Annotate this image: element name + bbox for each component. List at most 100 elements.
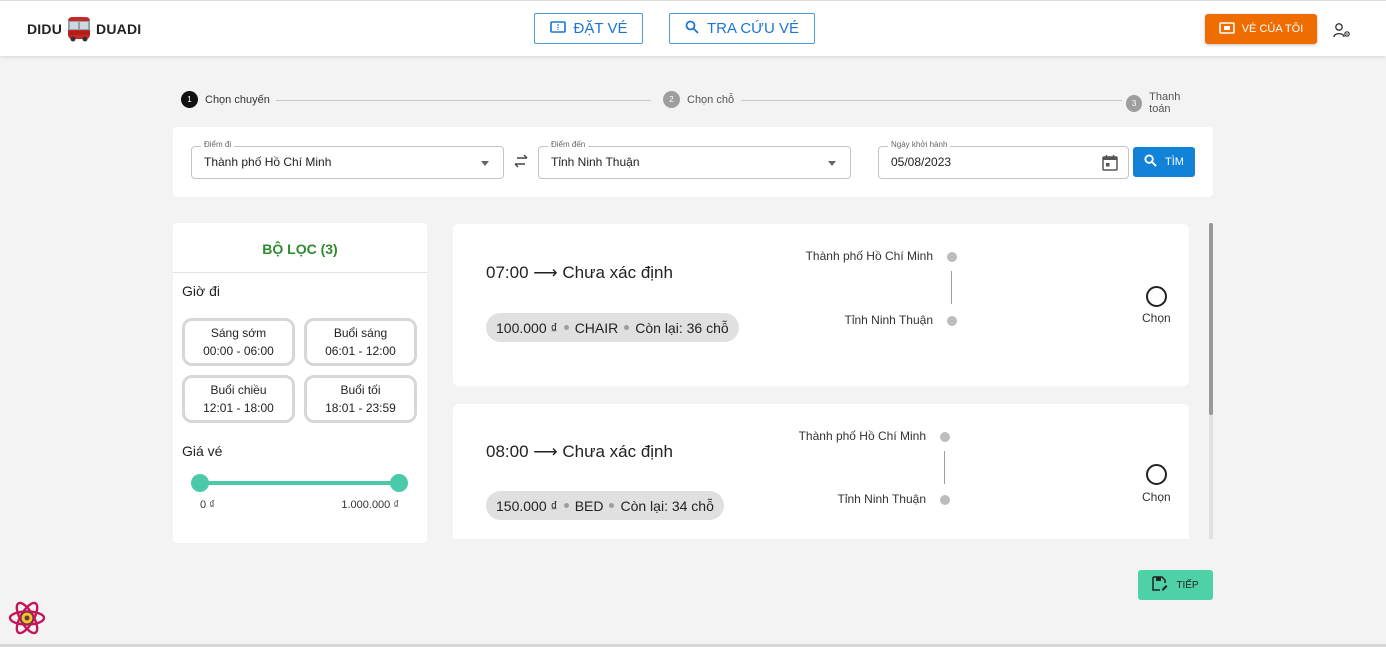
step-number: 1 — [181, 91, 198, 108]
my-tickets-label: VÉ CỦA TÔI — [1241, 23, 1304, 35]
booking-stepper: 1 Chọn chuyến 2 Chọn chỗ 3 Thanh toán — [181, 91, 1207, 115]
time-slot-name: Buổi sáng — [333, 326, 388, 340]
search-button-label: TÌM — [1165, 156, 1184, 168]
dot-separator — [563, 325, 569, 330]
step-connector — [276, 100, 651, 101]
step-label: Chọn chỗ — [687, 93, 735, 106]
destination-label: Điểm đến — [548, 140, 589, 149]
step-label: Thanh toán — [1149, 91, 1181, 115]
route-origin: Thành phố Hồ Chí Minh — [805, 249, 933, 263]
departure-time-heading: Giờ đi — [182, 283, 220, 299]
step-number: 3 — [1126, 94, 1143, 112]
brand-logo[interactable]: DIDU DUADI — [27, 15, 141, 43]
route-destination: Tỉnh Ninh Thuận — [837, 492, 927, 506]
search-button[interactable]: TÌM — [1133, 147, 1195, 177]
scrollbar-thumb[interactable] — [1209, 223, 1213, 415]
trip-price: 150.000 ₫ — [496, 497, 558, 514]
step-label: Chọn chuyến — [205, 93, 270, 106]
route-dot — [947, 316, 957, 326]
route-line — [944, 451, 945, 484]
lookup-ticket-button[interactable]: TRA CỨU VÉ — [669, 13, 815, 44]
chevron-down-icon — [828, 161, 836, 166]
origin-label: Điểm đi — [201, 140, 235, 149]
trip-info-pill: 100.000 ₫ CHAIR Còn lại: 36 chỗ — [486, 313, 739, 342]
select-trip-label: Chọn — [1142, 490, 1171, 504]
filter-title: BỘ LỌC (3) — [262, 241, 338, 257]
ticket-icon — [1218, 21, 1235, 37]
step-select-trip: 1 Chọn chuyến — [181, 91, 275, 108]
date-label: Ngày khởi hành — [888, 140, 951, 149]
next-button[interactable]: TIẾP — [1138, 570, 1213, 600]
price-max-handle[interactable] — [390, 474, 408, 492]
user-settings-icon[interactable] — [1333, 22, 1351, 38]
dot-separator — [609, 503, 615, 508]
destination-select[interactable]: Điểm đến Tỉnh Ninh Thuận — [538, 140, 851, 179]
time-slot-evening[interactable]: Buổi tối 18:01 - 23:59 — [304, 375, 417, 423]
step-connector — [741, 100, 1126, 101]
time-slot-name: Buổi tối — [340, 383, 381, 397]
react-icon[interactable] — [8, 599, 46, 637]
my-tickets-button[interactable]: VÉ CỦA TÔI — [1205, 14, 1317, 44]
divider — [173, 272, 427, 273]
lookup-ticket-label: TRA CỨU VÉ — [707, 20, 799, 37]
time-slot-range: 12:01 - 18:00 — [203, 401, 274, 415]
trip-title: 08:00 ⟶ Chưa xác định — [486, 442, 673, 461]
time-slot-afternoon[interactable]: Buổi chiều 12:01 - 18:00 — [182, 375, 295, 423]
trip-list-scrollbar[interactable] — [1209, 223, 1213, 539]
dot-separator — [563, 503, 569, 508]
select-trip-radio[interactable] — [1146, 286, 1167, 307]
trip-remaining: Còn lại: 36 chỗ — [635, 319, 729, 336]
select-trip-radio[interactable] — [1146, 464, 1167, 485]
filter-panel: BỘ LỌC (3) Giờ đi Sáng sớm 00:00 - 06:00… — [173, 223, 427, 543]
route-dot — [940, 495, 950, 505]
time-slot-morning[interactable]: Buổi sáng 06:01 - 12:00 — [304, 318, 417, 366]
trip-seat-type: BED — [574, 497, 604, 514]
time-slot-range: 18:01 - 23:59 — [325, 401, 396, 415]
time-slot-name: Buổi chiều — [210, 383, 267, 397]
swap-icon[interactable] — [513, 154, 529, 168]
time-slot-early-morning[interactable]: Sáng sớm 00:00 - 06:00 — [182, 318, 295, 366]
next-button-label: TIẾP — [1176, 579, 1199, 591]
step-payment: 3 Thanh toán — [1122, 91, 1207, 115]
origin-value: Thành phố Hồ Chí Minh — [204, 155, 332, 169]
book-ticket-button[interactable]: ĐẶT VÉ — [534, 13, 643, 44]
time-slot-name: Sáng sớm — [210, 326, 267, 340]
trip-card[interactable]: 08:00 ⟶ Chưa xác định 150.000 ₫ BED Còn … — [453, 404, 1189, 539]
trip-price: 100.000 ₫ — [496, 319, 558, 336]
time-slot-range: 06:01 - 12:00 — [325, 344, 396, 358]
route-destination: Tỉnh Ninh Thuận — [844, 313, 934, 327]
price-max-label: 1.000.000 ₫ — [341, 499, 399, 511]
price-min-handle[interactable] — [191, 474, 209, 492]
route-dot — [940, 432, 950, 442]
logo-text-right: DUADI — [96, 21, 142, 37]
departure-date-field[interactable]: Ngày khởi hành 05/08/2023 — [878, 140, 1129, 179]
trip-info-pill: 150.000 ₫ BED Còn lại: 34 chỗ — [486, 491, 724, 520]
calendar-icon[interactable] — [1102, 154, 1118, 171]
route-origin: Thành phố Hồ Chí Minh — [798, 429, 926, 443]
trip-card[interactable]: 07:00 ⟶ Chưa xác định 100.000 ₫ CHAIR Cò… — [453, 224, 1189, 386]
route-dot — [947, 252, 957, 262]
app-header: DIDU DUADI ĐẶT VÉ TRA CỨU VÉ VÉ CỦA TÔI — [0, 0, 1386, 56]
book-ticket-label: ĐẶT VÉ — [573, 20, 628, 37]
chevron-down-icon — [481, 161, 489, 166]
search-icon — [1144, 154, 1157, 170]
logo-text-left: DIDU — [27, 21, 63, 37]
origin-select[interactable]: Điểm đi Thành phố Hồ Chí Minh — [191, 140, 504, 179]
search-panel: Điểm đi Thành phố Hồ Chí Minh Điểm đến T… — [173, 127, 1213, 197]
step-number: 2 — [663, 91, 680, 108]
price-min-label: 0 ₫ — [200, 499, 215, 511]
trip-remaining: Còn lại: 34 chỗ — [620, 497, 714, 514]
time-slot-range: 00:00 - 06:00 — [203, 344, 274, 358]
step-select-seat: 2 Chọn chỗ — [659, 91, 740, 108]
save-icon — [1152, 576, 1168, 594]
route-line — [951, 271, 952, 304]
dot-separator — [624, 325, 630, 330]
select-trip-label: Chọn — [1142, 311, 1171, 325]
price-range-track[interactable] — [201, 481, 399, 485]
bus-icon — [65, 15, 93, 43]
trip-title: 07:00 ⟶ Chưa xác định — [486, 263, 673, 282]
trip-list[interactable]: 07:00 ⟶ Chưa xác định 100.000 ₫ CHAIR Cò… — [453, 223, 1208, 539]
destination-value: Tỉnh Ninh Thuận — [551, 155, 640, 169]
search-icon — [685, 20, 699, 38]
trip-seat-type: CHAIR — [574, 319, 619, 336]
